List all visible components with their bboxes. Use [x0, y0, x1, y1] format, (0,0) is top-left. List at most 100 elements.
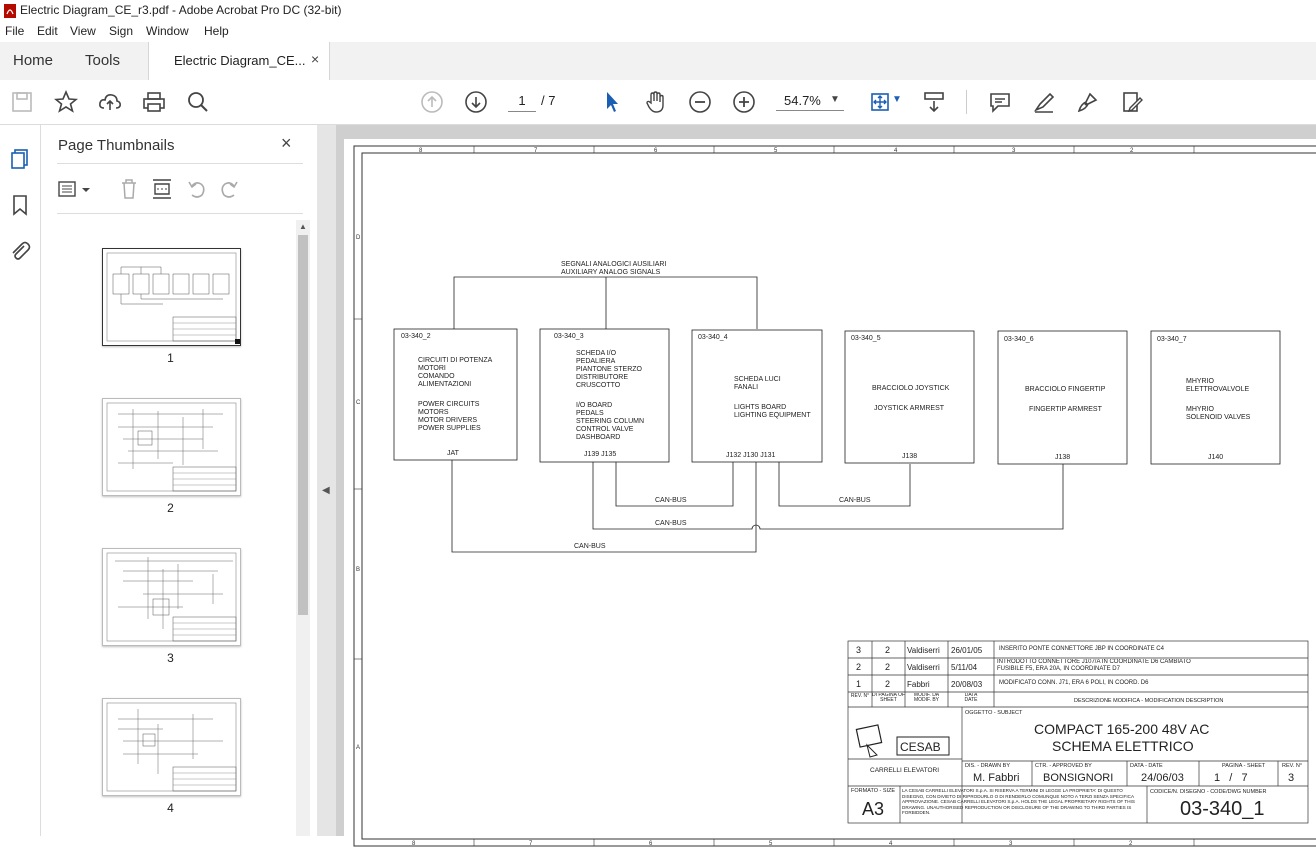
hdr-desc: DESCRIZIONE MODIFICA - MODIFICATION DESC…	[1074, 698, 1223, 704]
rev-by: Valdiserri	[907, 663, 940, 672]
menu-edit[interactable]: Edit	[37, 24, 58, 38]
box-line: FANALI	[734, 384, 758, 391]
box-line: JOYSTICK ARMREST	[874, 405, 945, 412]
box-line: COMANDO	[418, 373, 455, 380]
menu-help[interactable]: Help	[204, 24, 229, 38]
page-thumbnail-2[interactable]	[102, 398, 241, 496]
box-line: BRACCIOLO JOYSTICK	[872, 385, 950, 392]
fill-sign-icon[interactable]	[1120, 90, 1144, 114]
box-id: 03-340_5	[851, 335, 881, 342]
canbus-label: CAN-BUS	[574, 543, 606, 550]
box-line: CRUSCOTTO	[576, 382, 621, 389]
menu-sign[interactable]: Sign	[109, 24, 133, 38]
page-thumbnail-4[interactable]	[102, 698, 241, 796]
sign-pen-icon[interactable]	[1076, 90, 1100, 114]
menu-file[interactable]: File	[5, 24, 24, 38]
toolbar-divider	[966, 90, 967, 114]
subject-label: OGGETTO - SUBJECT	[965, 710, 1023, 716]
fit-dropdown-icon[interactable]: ▼	[892, 94, 902, 105]
hdr-rev: REV. N°	[850, 693, 870, 699]
border-row-label: A	[356, 745, 360, 751]
zoom-in-icon[interactable]	[732, 90, 756, 114]
fit-page-icon[interactable]	[868, 90, 892, 114]
menu-window[interactable]: Window	[146, 24, 189, 38]
print-icon[interactable]	[142, 90, 166, 114]
subject-title-1: COMPACT 165-200 48V AC	[1034, 721, 1209, 737]
tab-tools[interactable]: Tools	[85, 52, 120, 69]
hdr-date: DATA DATE	[964, 693, 978, 703]
attachments-icon[interactable]	[8, 239, 32, 263]
rotate-right-icon[interactable]	[218, 178, 240, 200]
document-viewer[interactable]: 8 7 6 5 4 3 2 8 7 6 5 4 3 2 D C B A SEGN…	[336, 125, 1316, 859]
rev-desc: INSERITO PONTE CONNETTORE JBP IN COORDIN…	[999, 646, 1165, 652]
scroll-up-icon[interactable]: ▲	[299, 222, 307, 231]
window-title: Electric Diagram_CE_r3.pdf - Adobe Acrob…	[20, 3, 342, 17]
zoom-out-icon[interactable]	[688, 90, 712, 114]
bookmarks-icon[interactable]	[8, 193, 32, 217]
select-cursor-icon[interactable]	[600, 90, 624, 114]
bus-label-en: AUXILIARY ANALOG SIGNALS	[561, 269, 661, 276]
hdr-sheet: DI PAGINA OF SHEET	[872, 693, 905, 703]
zoom-dropdown-icon[interactable]: ▼	[830, 94, 840, 105]
thumbnail-label-3: 3	[167, 651, 174, 665]
menu-view[interactable]: View	[70, 24, 96, 38]
pdf-page: 8 7 6 5 4 3 2 8 7 6 5 4 3 2 D C B A SEGN…	[344, 139, 1316, 859]
scroll-mode-icon[interactable]	[922, 90, 946, 114]
box-connector: J138	[902, 453, 917, 460]
box-line: FINGERTIP ARMREST	[1029, 406, 1103, 413]
box-line: ALIMENTAZIONI	[418, 381, 471, 388]
page-thumbnails-icon[interactable]	[8, 147, 32, 171]
paper-size: A3	[862, 799, 884, 819]
rev-number: 1	[856, 679, 861, 689]
save-icon[interactable]	[10, 90, 34, 114]
rev-number: 2	[856, 662, 861, 672]
delete-page-icon[interactable]	[119, 178, 139, 200]
extract-page-icon[interactable]	[151, 178, 173, 200]
date-label: DATA - DATE	[1130, 763, 1163, 769]
box-id: 03-340_3	[554, 333, 584, 340]
previous-page-icon[interactable]	[420, 90, 444, 114]
box-line: SCHEDA LUCI	[734, 376, 781, 383]
rev-sheet: 2	[885, 645, 890, 655]
acrobat-icon	[4, 4, 16, 18]
tab-document[interactable]: Electric Diagram_CE... ×	[148, 42, 330, 80]
drawing-date: 24/06/03	[1141, 772, 1184, 784]
rotate-left-icon[interactable]	[186, 178, 208, 200]
rev-sheet: 2	[885, 679, 890, 689]
page-thumbnail-3[interactable]	[102, 548, 241, 646]
rev-date: 5/11/04	[951, 663, 978, 672]
box-line: LIGHTS BOARD	[734, 404, 786, 411]
tab-home[interactable]: Home	[13, 52, 53, 69]
thumbnail-scrollbar[interactable]: ▲	[296, 220, 310, 836]
thumbnail-options-icon[interactable]	[58, 180, 94, 198]
close-panel-icon[interactable]: ×	[281, 133, 292, 154]
box-line: STEERING COLUMN	[576, 418, 644, 425]
hand-tool-icon[interactable]	[644, 90, 668, 114]
rev-label: REV. N°	[1282, 763, 1302, 769]
approved-by: BONSIGNORI	[1043, 772, 1113, 784]
page-thumbnail-1[interactable]	[102, 248, 241, 346]
panel-collapse-handle[interactable]: ◀	[317, 125, 336, 836]
sheet-number: 1 / 7	[1214, 772, 1248, 784]
box-id: 03-340_7	[1157, 336, 1187, 343]
highlight-pen-icon[interactable]	[1032, 90, 1056, 114]
search-zoom-icon[interactable]	[186, 90, 210, 114]
scrollbar-thumb[interactable]	[298, 235, 308, 615]
collapse-arrow-icon[interactable]: ◀	[322, 485, 330, 496]
subject-title-2: SCHEMA ELETTRICO	[1052, 738, 1194, 754]
canbus-label: CAN-BUS	[655, 520, 687, 527]
drawing-code: 03-340_1	[1180, 798, 1265, 820]
box-line: I/O BOARD	[576, 402, 612, 409]
bookmark-star-icon[interactable]	[53, 89, 79, 114]
panel-divider	[57, 213, 303, 214]
page-number-input[interactable]: 1	[508, 91, 536, 112]
upload-cloud-icon[interactable]	[98, 90, 122, 114]
drawn-label: DIS. - DRAWN BY	[965, 763, 1010, 769]
close-tab-icon[interactable]: ×	[311, 51, 319, 67]
panel-divider	[57, 163, 303, 164]
next-page-icon[interactable]	[464, 90, 488, 114]
comment-icon[interactable]	[988, 90, 1012, 114]
rev-date: 26/01/05	[951, 646, 983, 655]
rev-number: 3	[856, 645, 861, 655]
box-connector: J132 J130 J131	[726, 452, 776, 459]
